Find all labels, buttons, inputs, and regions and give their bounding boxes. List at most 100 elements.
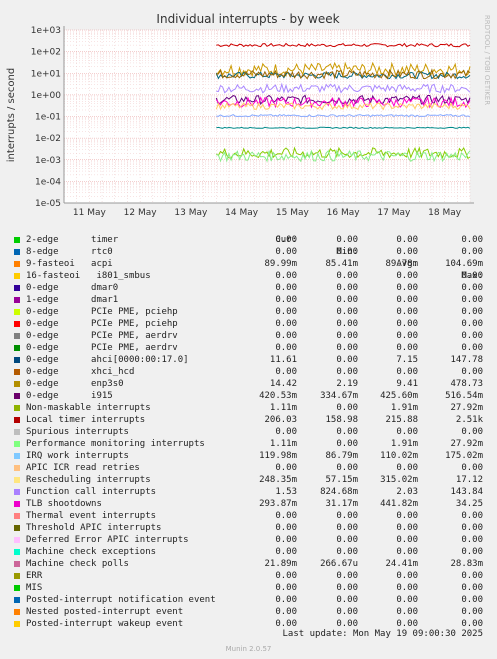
legend-swatch — [14, 573, 20, 579]
legend-row: Performance monitoring interrupts 1.11m 0.… — [0, 438, 497, 450]
legend-cur: 0.00 — [275, 247, 297, 257]
legend-max: 0.00 — [461, 271, 483, 281]
legend-avg: 7.15 — [396, 355, 418, 365]
legend-rows: 2-edge timer 0.00 0.00 0.00 0.00 8-edge rtc0 0… — [0, 234, 497, 630]
x-tick-label: 15 May — [276, 208, 310, 218]
legend-swatch — [14, 597, 20, 603]
legend-max: 0.00 — [461, 463, 483, 473]
legend-avg: 441.82m — [380, 499, 418, 509]
legend-name: Threshold APIC interrupts — [26, 523, 162, 533]
legend-cur: 0.00 — [275, 535, 297, 545]
legend-swatch — [14, 561, 20, 567]
legend-cur: 0.00 — [275, 331, 297, 341]
legend-swatch — [14, 609, 20, 615]
legend-name: 0-edge PCIe PME, aerdrv — [26, 331, 178, 341]
chart-title: Individual interrupts - by week — [156, 12, 339, 26]
legend-name: ERR — [26, 571, 43, 581]
legend-swatch — [14, 297, 20, 303]
legend-avg: 0.00 — [396, 319, 418, 329]
legend-avg: 0.00 — [396, 607, 418, 617]
legend-max: 0.00 — [461, 331, 483, 341]
legend-cur: 0.00 — [275, 571, 297, 581]
legend-max: 0.00 — [461, 607, 483, 617]
legend-swatch — [14, 525, 20, 531]
legend-header: Cur: Min: Avg: Max: — [0, 222, 497, 281]
legend-min: 0.00 — [336, 535, 358, 545]
legend-max: 0.00 — [461, 583, 483, 593]
legend-name: 1-edge dmar1 — [26, 295, 119, 305]
legend-swatch — [14, 429, 20, 435]
legend-name: Machine check polls — [26, 559, 129, 569]
footer: Munin 2.0.57 — [225, 645, 272, 653]
legend-cur: 14.42 — [269, 379, 297, 389]
legend-max: 0.00 — [461, 535, 483, 545]
x-tick-label: 13 May — [174, 208, 208, 218]
legend-name: 0-edge ahci[0000:00:17.0] — [26, 355, 189, 365]
legend-cur: 119.98m — [259, 451, 297, 461]
legend-avg: 0.00 — [396, 571, 418, 581]
legend-avg: 24.41m — [385, 559, 418, 569]
side-label: RRDTOOL / TOBI OETIKER — [483, 15, 491, 105]
legend-max: 17.12 — [455, 475, 483, 485]
legend-max: 0.00 — [461, 511, 483, 521]
legend-row: 0-edge i915 420.53m 334.67m 425.60m 516.54m — [0, 390, 497, 402]
legend-name: 0-edge PCIe PME, aerdrv — [26, 343, 178, 353]
legend-row: 0-edge xhci_hcd 0.00 0.00 0.00 0.00 — [0, 366, 497, 378]
legend-name: Spurious interrupts — [26, 427, 129, 437]
x-tick-label: 14 May — [225, 208, 259, 218]
legend-cur: 0.00 — [275, 307, 297, 317]
legend-max: 516.54m — [445, 391, 483, 401]
legend-min: 0.00 — [336, 403, 358, 413]
y-tick-label: 1e-04 — [35, 177, 61, 187]
y-tick-label: 1e+03 — [31, 26, 61, 36]
legend-name: Performance monitoring interrupts — [26, 439, 205, 449]
legend-name: Deferred Error APIC interrupts — [26, 535, 189, 545]
legend-cur: 0.00 — [275, 463, 297, 473]
legend-max: 27.92m — [450, 403, 483, 413]
legend-min: 0.00 — [336, 343, 358, 353]
legend-cur: 1.53 — [275, 487, 297, 497]
legend-max: 34.25 — [455, 499, 483, 509]
legend-row: Local timer interrupts 206.03 158.98 215.88… — [0, 414, 497, 426]
legend-min: 0.00 — [336, 307, 358, 317]
legend-avg: 0.00 — [396, 307, 418, 317]
legend-row: 0-edge PCIe PME, aerdrv 0.00 0.00 0.00 0.00 — [0, 342, 497, 354]
x-tick-label: 12 May — [124, 208, 158, 218]
legend-cur: 0.00 — [275, 427, 297, 437]
legend-swatch — [14, 333, 20, 339]
legend-name: 0-edge i915 — [26, 391, 113, 401]
legend-swatch — [14, 285, 20, 291]
legend-swatch — [14, 249, 20, 255]
legend-min: 86.79m — [325, 451, 358, 461]
legend-row: Deferred Error APIC interrupts 0.00 0.00 0.… — [0, 534, 497, 546]
legend-row: Non-maskable interrupts 1.11m 0.00 1.91m 27.… — [0, 402, 497, 414]
legend-max: 0.00 — [461, 571, 483, 581]
legend-swatch — [14, 261, 20, 267]
legend-name: Local timer interrupts — [26, 415, 146, 425]
legend-avg: 2.03 — [396, 487, 418, 497]
legend-max: 0.00 — [461, 235, 483, 245]
legend-max: 478.73 — [450, 379, 483, 389]
legend-min: 85.41m — [325, 259, 358, 269]
legend-min: 158.98 — [325, 415, 358, 425]
legend-cur: 0.00 — [275, 595, 297, 605]
y-tick-label: 1e+02 — [31, 48, 61, 58]
legend-cur: 0.00 — [275, 607, 297, 617]
legend-name: 8-edge rtc0 — [26, 247, 113, 257]
legend-avg: 9.41 — [396, 379, 418, 389]
legend-name: MIS — [26, 583, 43, 593]
legend-max: 0.00 — [461, 247, 483, 257]
legend-name: 16-fasteoi i801_smbus — [26, 271, 151, 281]
legend-min: 0.00 — [336, 607, 358, 617]
legend-row: Posted-interrupt notification event 0.00 0… — [0, 594, 497, 606]
legend-cur: 420.53m — [259, 391, 297, 401]
legend-cur: 1.11m — [269, 403, 297, 413]
legend-row: 0-edge PCIe PME, aerdrv 0.00 0.00 0.00 0.00 — [0, 330, 497, 342]
legend-cur: 0.00 — [275, 523, 297, 533]
legend-row: 16-fasteoi i801_smbus 0.00 0.00 0.00 0.00 — [0, 270, 497, 282]
legend-swatch — [14, 237, 20, 243]
legend-avg: 0.00 — [396, 235, 418, 245]
y-tick-label: 1e-05 — [35, 199, 61, 209]
legend-row: Nested posted-interrupt event 0.00 0.00 0.0… — [0, 606, 497, 618]
legend-cur: 0.00 — [275, 583, 297, 593]
